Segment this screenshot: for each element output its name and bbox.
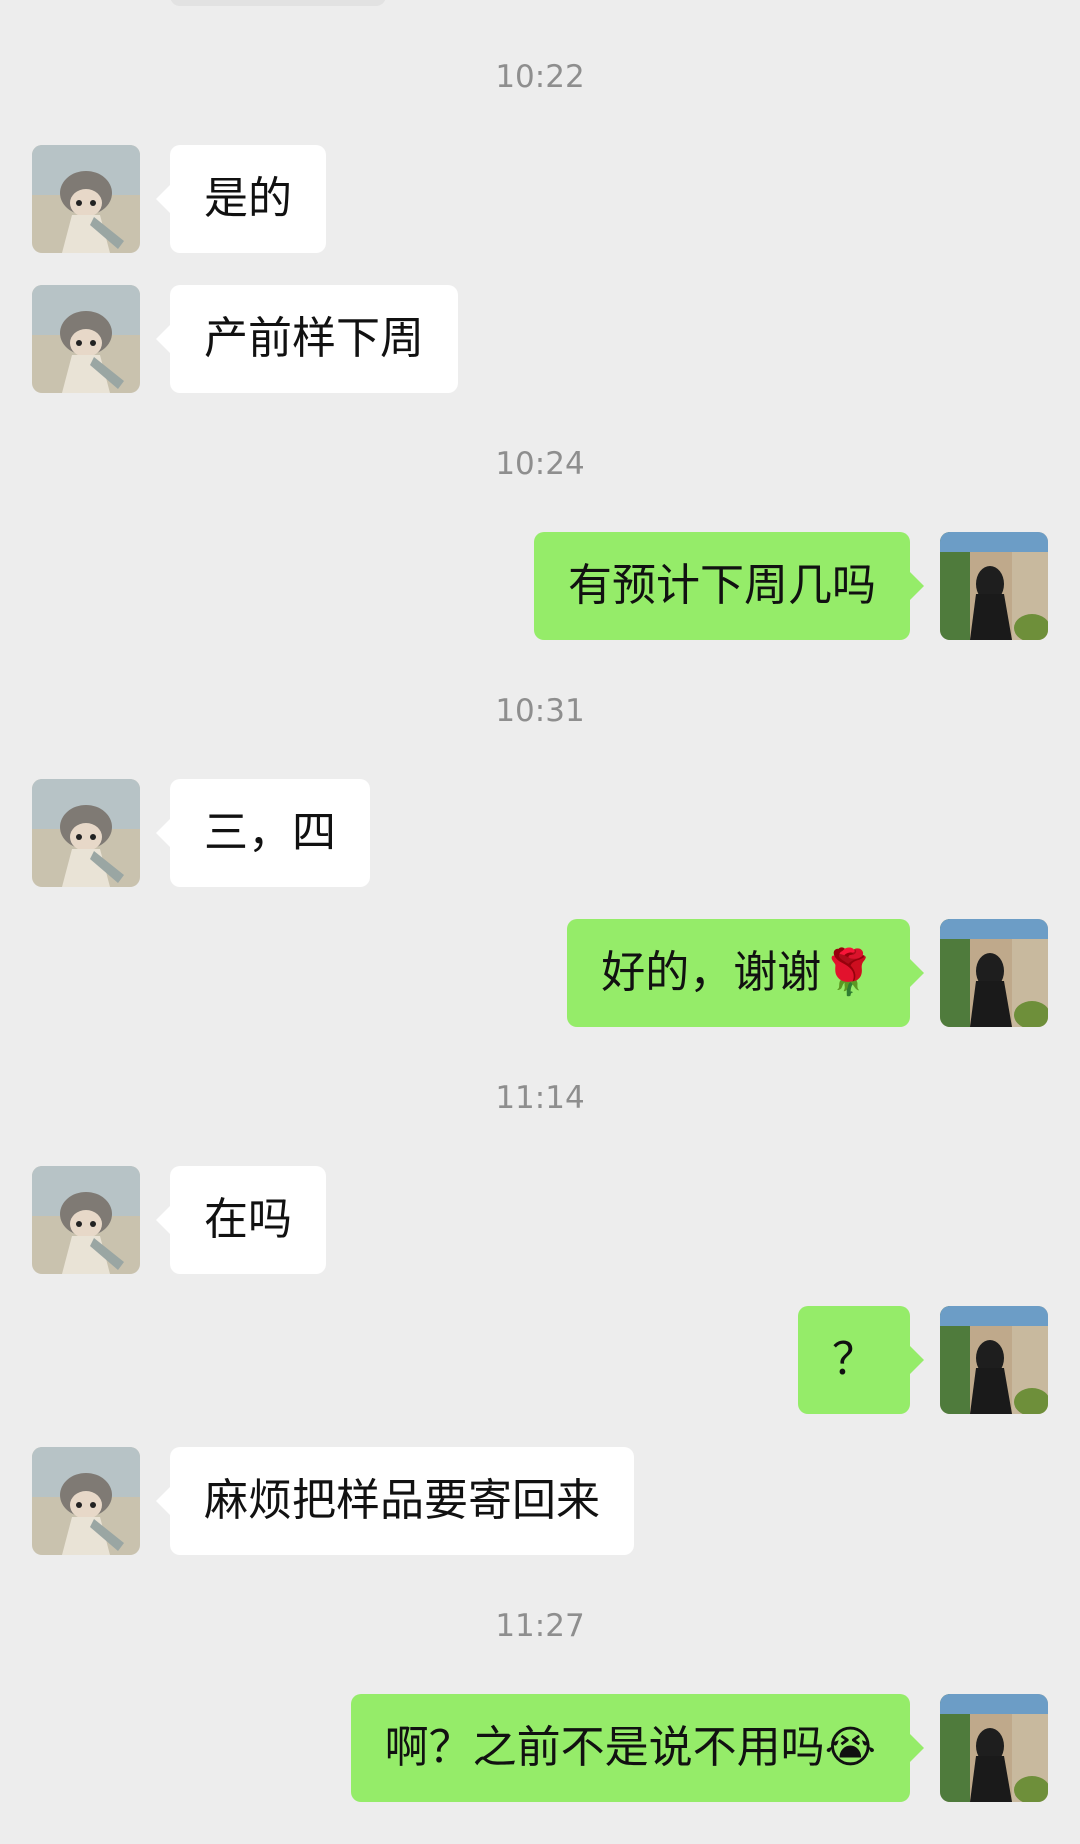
self-avatar[interactable] <box>940 1694 1048 1802</box>
contact-avatar-photo-icon <box>32 145 140 253</box>
contact-avatar[interactable] <box>32 1447 140 1555</box>
timestamp: 11:14 <box>495 1080 585 1116</box>
incoming-message-bubble[interactable]: 三，四 <box>156 779 370 887</box>
contact-avatar-photo-icon <box>32 285 140 393</box>
incoming-message-bubble[interactable]: 是的 <box>156 145 326 253</box>
outgoing-message-bubble[interactable]: ？ <box>798 1306 924 1414</box>
contact-avatar-photo-icon <box>32 1447 140 1555</box>
chat-area[interactable]: 10:22 是的 产前样下周 10:24 有预计下周几吗 10:31 三，四 好… <box>0 0 1080 1844</box>
contact-avatar[interactable] <box>32 145 140 253</box>
self-avatar-photo-icon <box>940 919 1048 1027</box>
contact-avatar[interactable] <box>32 1166 140 1274</box>
previous-message-bubble-edge <box>170 0 386 6</box>
self-avatar[interactable] <box>940 919 1048 1027</box>
self-avatar[interactable] <box>940 532 1048 640</box>
timestamp: 10:24 <box>495 446 585 482</box>
timestamp: 11:27 <box>495 1608 585 1644</box>
incoming-message-bubble[interactable]: 麻烦把样品要寄回来 <box>156 1447 634 1555</box>
outgoing-message-bubble[interactable]: 有预计下周几吗 <box>534 532 924 640</box>
contact-avatar[interactable] <box>32 779 140 887</box>
contact-avatar-photo-icon <box>32 779 140 887</box>
self-avatar-photo-icon <box>940 1694 1048 1802</box>
timestamp: 10:31 <box>495 693 585 729</box>
self-avatar-photo-icon <box>940 1306 1048 1414</box>
incoming-message-bubble[interactable]: 在吗 <box>156 1166 326 1274</box>
self-avatar[interactable] <box>940 1306 1048 1414</box>
self-avatar-photo-icon <box>940 532 1048 640</box>
outgoing-message-bubble[interactable]: 好的，谢谢🌹 <box>567 919 924 1027</box>
incoming-message-bubble[interactable]: 产前样下周 <box>156 285 458 393</box>
contact-avatar[interactable] <box>32 285 140 393</box>
outgoing-message-bubble[interactable]: 啊？之前不是说不用吗😭 <box>350 1694 925 1802</box>
timestamp: 10:22 <box>495 59 585 95</box>
contact-avatar-photo-icon <box>32 1166 140 1274</box>
